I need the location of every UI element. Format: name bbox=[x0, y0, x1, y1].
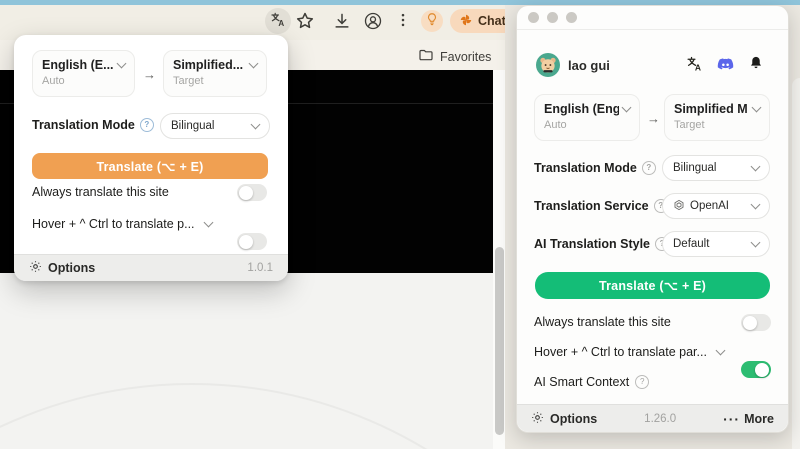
ai-style-select[interactable]: Default bbox=[662, 231, 770, 257]
lightbulb-button[interactable] bbox=[421, 10, 443, 32]
titlebar bbox=[517, 6, 788, 30]
download-icon bbox=[332, 11, 352, 36]
target-language-name: Simplified M bbox=[674, 102, 748, 116]
hover-translate-toggle[interactable] bbox=[741, 361, 771, 378]
decorative-ring bbox=[0, 383, 505, 449]
discord-icon bbox=[716, 55, 735, 79]
chevron-down-icon bbox=[751, 238, 761, 248]
always-translate-label: Always translate this site bbox=[534, 315, 671, 329]
chat-button-label: Chat bbox=[478, 14, 506, 28]
downloads-button[interactable] bbox=[332, 11, 352, 36]
profile-button[interactable] bbox=[363, 11, 383, 36]
hover-translate-label: Hover + ^ Ctrl to translate par... bbox=[534, 345, 724, 359]
star-icon bbox=[295, 11, 315, 36]
profile-icon bbox=[363, 11, 383, 36]
chevron-down-icon bbox=[117, 59, 127, 69]
favorites-label: Favorites bbox=[440, 50, 491, 64]
more-button[interactable]: ··· More bbox=[723, 411, 774, 427]
chat-logo-icon bbox=[459, 13, 473, 30]
info-icon[interactable]: ? bbox=[140, 118, 154, 132]
chevron-down-icon bbox=[622, 103, 632, 113]
source-language-sub: Auto bbox=[544, 119, 630, 131]
gear-icon bbox=[29, 260, 42, 276]
bookmark-star-button[interactable] bbox=[295, 11, 315, 36]
always-translate-toggle[interactable] bbox=[741, 314, 771, 331]
lightbulb-icon bbox=[425, 12, 439, 31]
source-language-name: English (E... bbox=[42, 58, 114, 72]
svg-text:A: A bbox=[278, 18, 284, 26]
arrow-right-icon: → bbox=[647, 111, 660, 126]
translate-aa-button[interactable]: A bbox=[686, 55, 703, 77]
chevron-down-icon bbox=[249, 59, 259, 69]
chevron-down-icon bbox=[752, 103, 762, 113]
openai-icon bbox=[673, 199, 685, 214]
translate-extension-button[interactable]: A bbox=[265, 8, 291, 34]
bell-icon bbox=[748, 55, 764, 76]
traffic-light-zoom[interactable] bbox=[566, 12, 577, 23]
ai-smart-context-label: AI Smart Context ? bbox=[534, 375, 649, 389]
avatar[interactable] bbox=[536, 53, 560, 77]
translation-mode-select[interactable]: Bilingual bbox=[160, 113, 270, 139]
right-page-edge bbox=[792, 78, 800, 449]
chevron-down-icon[interactable] bbox=[203, 218, 213, 228]
translation-mode-select[interactable]: Bilingual bbox=[662, 155, 770, 181]
browser-menu-button[interactable] bbox=[394, 11, 412, 34]
traffic-light-minimize[interactable] bbox=[547, 12, 558, 23]
favorites-folder[interactable]: Favorites bbox=[418, 47, 491, 66]
chevron-down-icon bbox=[251, 120, 261, 130]
target-language-selector[interactable]: Simplified... Target bbox=[163, 50, 267, 97]
translation-service-label: Translation Service ? bbox=[534, 199, 668, 213]
source-language-selector[interactable]: English (Eng Auto bbox=[534, 94, 640, 141]
screen: A Chat Favorites bbox=[0, 0, 800, 449]
folder-icon bbox=[418, 47, 434, 66]
panel-footer: Options 1.26.0 ··· More bbox=[517, 404, 788, 432]
source-language-name: English (Eng bbox=[544, 102, 619, 116]
source-language-selector[interactable]: English (E... Auto bbox=[32, 50, 135, 97]
info-icon[interactable]: ? bbox=[635, 375, 649, 389]
extension-popup: English (E... Auto → Simplified... Targe… bbox=[14, 35, 288, 281]
more-dots-icon: ··· bbox=[723, 411, 740, 427]
target-language-selector[interactable]: Simplified M Target bbox=[664, 94, 770, 141]
version-label: 1.0.1 bbox=[247, 262, 273, 274]
ai-style-label: AI Translation Style ? bbox=[534, 237, 669, 251]
target-language-name: Simplified... bbox=[173, 58, 243, 72]
translate-icon: A bbox=[686, 55, 703, 77]
chevron-down-icon[interactable] bbox=[716, 346, 726, 356]
page-scrollbar-thumb[interactable] bbox=[495, 247, 504, 435]
info-icon[interactable]: ? bbox=[642, 161, 656, 175]
version-label: 1.26.0 bbox=[644, 413, 676, 425]
translate-button[interactable]: Translate (⌥ + E) bbox=[32, 153, 268, 179]
chevron-down-icon bbox=[751, 162, 761, 172]
translate-icon: A bbox=[270, 11, 286, 32]
traffic-light-close[interactable] bbox=[528, 12, 539, 23]
popup-footer: Options 1.0.1 bbox=[14, 254, 288, 281]
hover-translate-toggle[interactable] bbox=[237, 233, 267, 250]
chevron-down-icon bbox=[751, 200, 761, 210]
page-background bbox=[0, 273, 505, 449]
arrow-right-icon: → bbox=[143, 67, 156, 82]
always-translate-label: Always translate this site bbox=[32, 185, 169, 199]
translation-service-select[interactable]: OpenAI bbox=[662, 193, 770, 219]
kebab-menu-icon bbox=[394, 11, 412, 34]
translate-button[interactable]: Translate (⌥ + E) bbox=[535, 272, 770, 299]
translation-mode-label: Translation Mode ? bbox=[534, 161, 656, 175]
notifications-button[interactable] bbox=[748, 55, 764, 76]
hover-translate-label: Hover + ^ Ctrl to translate p... bbox=[32, 217, 212, 231]
svg-text:A: A bbox=[695, 63, 701, 72]
user-name: lao gui bbox=[568, 58, 610, 73]
options-button[interactable]: Options bbox=[531, 411, 597, 427]
target-language-sub: Target bbox=[674, 119, 760, 131]
translation-mode-label: Translation Mode ? bbox=[32, 118, 154, 132]
target-language-sub: Target bbox=[173, 75, 257, 87]
gear-icon bbox=[531, 411, 544, 427]
always-translate-toggle[interactable] bbox=[237, 184, 267, 201]
source-language-sub: Auto bbox=[42, 75, 125, 87]
discord-button[interactable] bbox=[716, 55, 735, 79]
options-button[interactable]: Options bbox=[29, 260, 95, 276]
app-window: lao gui A English (Eng Auto → bbox=[516, 5, 789, 433]
